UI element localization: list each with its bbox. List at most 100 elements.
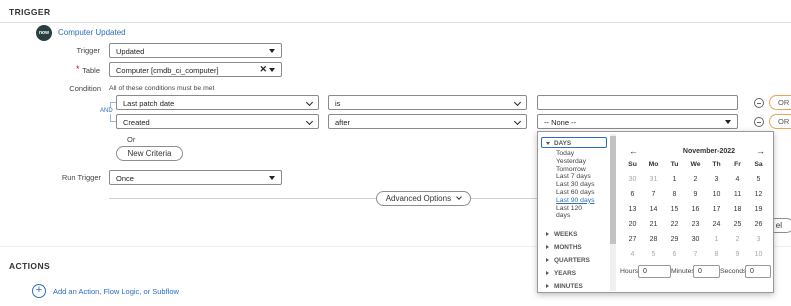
calendar-day[interactable]: 5	[748, 172, 769, 187]
or-button-2[interactable]: OR	[769, 114, 791, 129]
group-years-label: YEARS	[554, 270, 577, 277]
calendar-day[interactable]: 23	[685, 217, 706, 232]
weekday-3: We	[690, 161, 701, 168]
now-badge-icon: now	[36, 25, 52, 41]
days-item-last-120[interactable]: Last 120	[556, 205, 611, 213]
calendar-day[interactable]: 24	[706, 217, 727, 232]
triangle-right-icon	[546, 232, 549, 237]
prev-month-icon[interactable]: ←	[629, 146, 638, 156]
calendar-day[interactable]: 1	[706, 232, 727, 247]
trigger-select-value: Updated	[116, 47, 145, 56]
calendar-day[interactable]: 7	[643, 187, 664, 202]
or-button-1[interactable]: OR	[769, 95, 791, 110]
calendar-day[interactable]: 15	[664, 202, 685, 217]
group-weeks[interactable]: WEEKS	[546, 231, 577, 238]
calendar-day[interactable]: 30	[685, 232, 706, 247]
calendar-day[interactable]: 17	[706, 202, 727, 217]
calendar-day[interactable]: 26	[748, 217, 769, 232]
list-scrollbar-track[interactable]	[610, 134, 616, 291]
group-months[interactable]: MONTHS	[546, 244, 582, 251]
calendar-day[interactable]: 31	[643, 172, 664, 187]
calendar-day[interactable]: 4	[622, 247, 643, 262]
calendar-day[interactable]: 5	[643, 247, 664, 262]
days-group-label: DAYS	[554, 140, 572, 147]
new-criteria-button[interactable]: New Criteria	[116, 146, 183, 161]
advanced-options-button[interactable]: Advanced Options	[376, 191, 471, 206]
run-trigger-select[interactable]: Once	[109, 170, 282, 185]
calendar-day[interactable]: 20	[622, 217, 643, 232]
calendar-day[interactable]: 28	[643, 232, 664, 247]
table-label: Table	[82, 66, 100, 75]
group-weeks-label: WEEKS	[554, 231, 578, 238]
trigger-card-title[interactable]: Computer Updated	[58, 28, 126, 37]
calendar-day[interactable]: 8	[706, 247, 727, 262]
calendar-day[interactable]: 19	[748, 202, 769, 217]
remove-condition-1-icon[interactable]	[754, 98, 764, 108]
group-years[interactable]: YEARS	[546, 270, 576, 277]
calendar-day[interactable]: 8	[664, 187, 685, 202]
calendar-day[interactable]: 27	[622, 232, 643, 247]
days-item-today[interactable]: Today	[556, 150, 611, 158]
calendar-day[interactable]: 25	[727, 217, 748, 232]
condition-1-field-select[interactable]: Last patch date	[116, 95, 319, 110]
calendar-day[interactable]: 7	[685, 247, 706, 262]
calendar-day[interactable]: 10	[706, 187, 727, 202]
run-trigger-label: Run Trigger	[61, 173, 101, 182]
days-item-last-30[interactable]: Last 30 days	[556, 181, 611, 189]
table-select[interactable]: Computer [cmdb_ci_computer] ✕	[109, 62, 282, 77]
condition-2-operator-select[interactable]: after	[328, 114, 527, 129]
days-item-last-7[interactable]: Last 7 days	[556, 173, 611, 181]
calendar-day[interactable]: 2	[727, 232, 748, 247]
trigger-select[interactable]: Updated	[109, 43, 282, 58]
condition-2-value: -- None --	[544, 118, 577, 127]
weekday-6: Sa	[754, 161, 763, 168]
days-item-last-60[interactable]: Last 60 days	[556, 189, 611, 197]
hours-input[interactable]: 0	[638, 265, 671, 278]
calendar-day[interactable]: 21	[643, 217, 664, 232]
calendar-day[interactable]: 12	[748, 187, 769, 202]
days-item-tomorrow[interactable]: Tomorrow	[556, 166, 611, 174]
clear-icon[interactable]: ✕	[259, 64, 267, 75]
list-scrollbar-thumb[interactable]	[610, 136, 616, 244]
calendar-day[interactable]: 6	[622, 187, 643, 202]
remove-condition-2-icon[interactable]	[754, 117, 764, 127]
calendar-day[interactable]: 10	[748, 247, 769, 262]
calendar-day[interactable]: 30	[622, 172, 643, 187]
condition-1-operator-select[interactable]: is	[328, 95, 527, 110]
days-group-header[interactable]: DAYS	[541, 137, 607, 148]
calendar-day[interactable]: 13	[622, 202, 643, 217]
calendar-day[interactable]: 9	[685, 187, 706, 202]
calendar-day[interactable]: 3	[748, 232, 769, 247]
next-month-icon[interactable]: →	[756, 146, 765, 156]
days-item-yesterday[interactable]: Yesterday	[556, 158, 611, 166]
condition-2-value-select[interactable]: -- None --	[537, 114, 738, 129]
calendar-day[interactable]: 4	[727, 172, 748, 187]
calendar-day[interactable]: 6	[664, 247, 685, 262]
calendar-day[interactable]: 2	[685, 172, 706, 187]
calendar-day[interactable]: 29	[664, 232, 685, 247]
group-quarters[interactable]: QUARTERS	[546, 257, 590, 264]
calendar-week-row: 4 5 6 7 8 9 10	[622, 247, 769, 262]
calendar-day[interactable]: 1	[664, 172, 685, 187]
group-minutes[interactable]: MINUTES	[546, 283, 583, 290]
calendar-day[interactable]: 3	[706, 172, 727, 187]
add-circle-icon[interactable]: +	[32, 284, 46, 298]
condition-2-field-select[interactable]: Created	[116, 114, 319, 129]
condition-1-value-input[interactable]	[537, 95, 738, 110]
days-item-last-90-selected[interactable]: Last 90 days	[556, 197, 611, 205]
minutes-input[interactable]: 0	[693, 265, 720, 278]
trigger-divider	[0, 22, 791, 23]
weekday-header: Su Mo Tu We Th Fr Sa	[622, 161, 769, 168]
calendar-day[interactable]: 9	[727, 247, 748, 262]
weekday-5: Fr	[734, 161, 741, 168]
calendar-day[interactable]: 22	[664, 217, 685, 232]
add-action-link[interactable]: Add an Action, Flow Logic, or Subflow	[53, 287, 179, 296]
calendar-day[interactable]: 11	[727, 187, 748, 202]
trigger-label: Trigger	[76, 46, 100, 55]
seconds-input[interactable]: 0	[745, 265, 771, 278]
calendar-week-row: 30 31 1 2 3 4 5	[622, 172, 769, 187]
calendar-day[interactable]: 18	[727, 202, 748, 217]
actions-section-title: ACTIONS	[9, 261, 51, 271]
calendar-day[interactable]: 16	[685, 202, 706, 217]
calendar-day[interactable]: 14	[643, 202, 664, 217]
